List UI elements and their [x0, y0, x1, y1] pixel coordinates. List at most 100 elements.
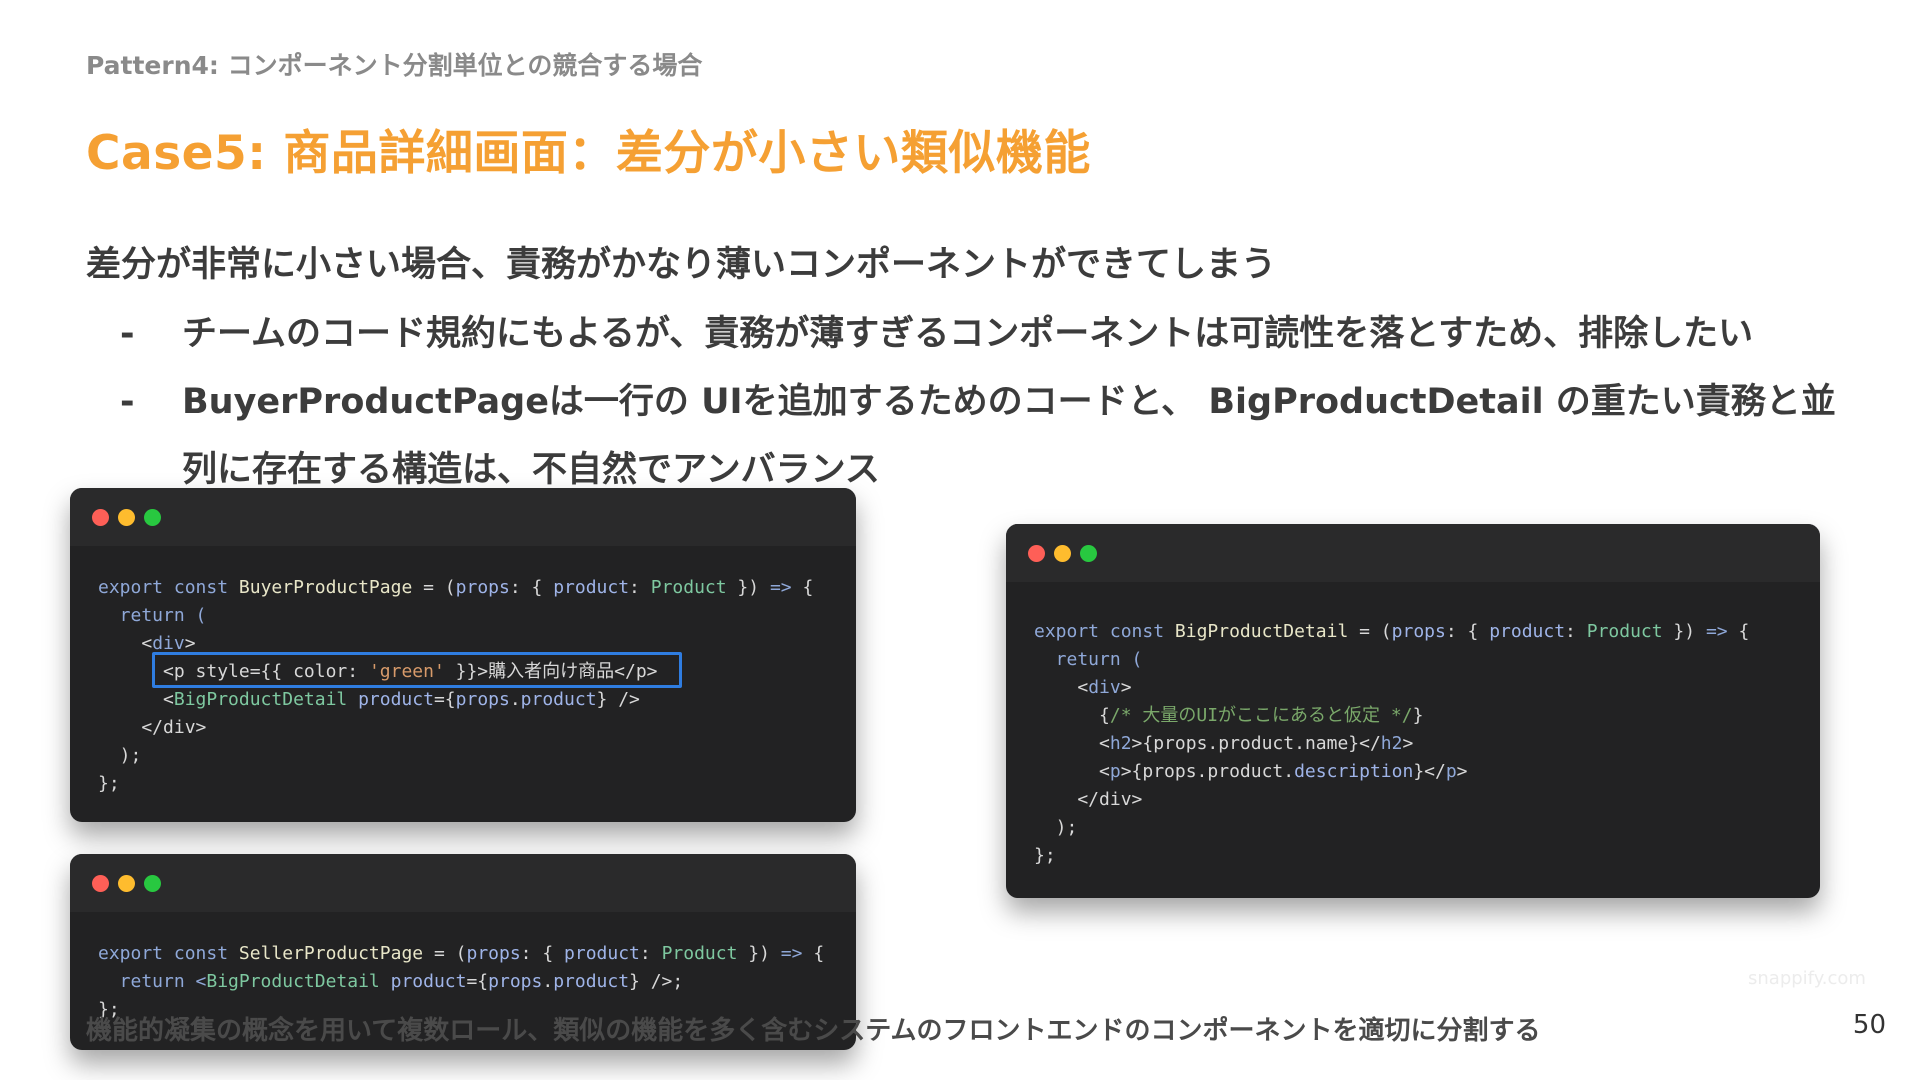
window-titlebar: [70, 854, 856, 912]
code-token: product: [553, 971, 630, 992]
code-token: <: [1034, 761, 1110, 782]
code-token: p: [1445, 761, 1457, 782]
code-token: return <: [98, 971, 207, 992]
code-token: <: [1034, 733, 1110, 754]
code-token: BigProductDetail: [1174, 621, 1349, 642]
code-token: .: [542, 971, 554, 992]
window-titlebar: [1006, 524, 1820, 582]
code-token: : {: [520, 943, 565, 964]
lead-text: 差分が非常に小さい場合、責務がかなり薄いコンポーネントができてしまう: [86, 245, 1277, 285]
code-token: } />: [596, 689, 640, 710]
footer-text: 機能的凝集の概念を用いて複数ロール、類似の機能を多く含むシステムのフロントエンド…: [86, 1016, 1541, 1046]
code-token: BigProductDetail: [173, 689, 348, 710]
code-token: <: [98, 689, 174, 710]
code-token: {: [791, 577, 814, 598]
window-titlebar: [70, 488, 856, 546]
slide-title: Case5: 商品詳細画面：差分が小さい類似機能: [86, 126, 1091, 181]
code-token: Product: [661, 943, 738, 964]
code-token: props: [466, 943, 521, 964]
code-token: description: [1294, 761, 1414, 782]
code-token: BuyerProductPage: [238, 577, 413, 598]
code-token: {: [802, 943, 825, 964]
code-token: props: [455, 689, 510, 710]
code-token: >: [184, 633, 196, 654]
code-token: }): [726, 577, 770, 598]
code-token: SellerProductPage: [238, 943, 424, 964]
code-token: {: [1727, 621, 1750, 642]
code-token: ={: [433, 689, 456, 710]
code-block: export const SellerProductPage = (props:…: [70, 912, 856, 1024]
code-token: =>: [769, 577, 792, 598]
code-token: p: [1109, 761, 1121, 782]
pattern-label: Pattern4: コンポーネント分割単位との競合する場合: [86, 51, 703, 80]
code-token: = (: [423, 943, 467, 964]
code-token: return (: [98, 605, 207, 626]
minimize-dot-icon: [1054, 545, 1071, 562]
watermark: snappify.com: [1748, 968, 1866, 989]
code-token: : {: [509, 577, 554, 598]
code-token: export const: [98, 943, 239, 964]
code-token: BigProductDetail: [206, 971, 380, 992]
code-token: <: [98, 633, 153, 654]
code-token: div: [1088, 677, 1121, 698]
code-token: product: [564, 943, 640, 964]
code-token: = (: [412, 577, 456, 598]
maximize-dot-icon: [1080, 545, 1097, 562]
page-number: 50: [1852, 1010, 1886, 1040]
code-token: {: [1034, 705, 1110, 726]
code-token: ={: [466, 971, 489, 992]
code-token: props: [455, 577, 510, 598]
code-token: Product: [1586, 621, 1663, 642]
bullet-text: チームのコード規約にもよるが、責務が薄すぎるコンポーネントは可読性を落とすため、…: [182, 314, 1754, 354]
code-token: >{props.product.name}</: [1131, 733, 1381, 754]
code-token: }: [1412, 705, 1424, 726]
code-token: </div>: [1034, 789, 1143, 810]
code-token: :: [639, 943, 662, 964]
code-token: <: [1034, 677, 1089, 698]
code-token: =>: [780, 943, 803, 964]
code-token: }): [737, 943, 781, 964]
code-token: h2: [1109, 733, 1132, 754]
code-token: export const: [98, 577, 239, 598]
code-token: div: [152, 633, 185, 654]
code-token: product: [553, 577, 630, 598]
close-dot-icon: [92, 509, 109, 526]
code-token: .: [509, 689, 521, 710]
code-token: product: [347, 689, 434, 710]
bullet-dash: -: [120, 382, 135, 422]
code-token: );: [98, 745, 142, 766]
code-token: >{props.product.: [1120, 761, 1295, 782]
code-token: </div>: [98, 717, 207, 738]
maximize-dot-icon: [144, 509, 161, 526]
code-token: return (: [1034, 649, 1143, 670]
code-token: :: [1565, 621, 1587, 642]
maximize-dot-icon: [144, 875, 161, 892]
code-token: product: [1489, 621, 1566, 642]
close-dot-icon: [1028, 545, 1045, 562]
code-token: props: [1391, 621, 1446, 642]
code-token: }</: [1413, 761, 1446, 782]
code-window-detail: export const BigProductDetail = (props: …: [1006, 524, 1820, 898]
code-token: : {: [1445, 621, 1490, 642]
code-token: props: [488, 971, 543, 992]
code-token: export const: [1034, 621, 1175, 642]
code-token: >: [1120, 677, 1132, 698]
code-token: Product: [650, 577, 727, 598]
code-token: >: [1456, 761, 1468, 782]
code-token: product: [379, 971, 467, 992]
code-token: };: [98, 773, 120, 794]
code-token: );: [1034, 817, 1078, 838]
bullet-dash: -: [120, 314, 135, 354]
code-token: product: [520, 689, 597, 710]
close-dot-icon: [92, 875, 109, 892]
code-token: } />;: [629, 971, 684, 992]
highlight-box: [152, 652, 682, 688]
code-token: }): [1662, 621, 1706, 642]
code-token: >: [1402, 733, 1414, 754]
bullet-text: BuyerProductPageは一行の UIを追加するためのコードと、 Big…: [182, 382, 1836, 490]
code-block: export const BigProductDetail = (props: …: [1006, 582, 1820, 870]
minimize-dot-icon: [118, 509, 135, 526]
code-token: = (: [1348, 621, 1392, 642]
code-token: /* 大量のUIがここにあると仮定 */: [1109, 705, 1413, 726]
minimize-dot-icon: [118, 875, 135, 892]
